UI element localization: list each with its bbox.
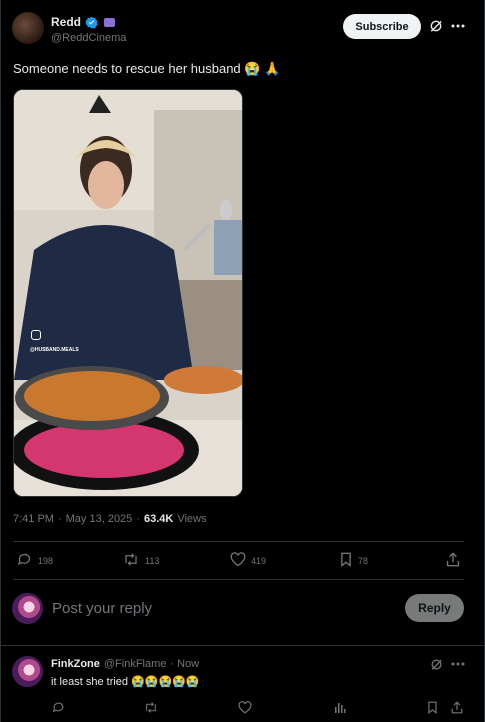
bookmark-action[interactable]: 78 xyxy=(340,552,368,567)
current-user-avatar[interactable] xyxy=(12,593,43,624)
tweet-text: Someone needs to rescue her husband 😭 🙏 xyxy=(13,61,281,76)
verified-badge-icon xyxy=(85,16,98,29)
like-count: 419 xyxy=(251,556,267,566)
affiliate-badge-icon xyxy=(104,17,115,27)
reply-author-handle[interactable]: @FinkFlame xyxy=(104,658,167,670)
bookmark-icon[interactable] xyxy=(426,700,438,714)
instagram-icon xyxy=(31,330,41,340)
reply-input[interactable]: Post your reply xyxy=(52,600,392,617)
author-name[interactable]: Redd xyxy=(51,15,81,29)
repost-count: 113 xyxy=(145,556,160,566)
reply-author-avatar[interactable] xyxy=(12,656,43,687)
heart-icon[interactable] xyxy=(237,700,252,714)
meta-separator: · xyxy=(57,513,62,525)
author-handle[interactable]: @ReddCinema xyxy=(51,32,126,44)
repost-action[interactable]: 113 xyxy=(122,552,159,567)
divider xyxy=(13,541,464,542)
tweet-time[interactable]: 7:41 PM xyxy=(13,513,54,525)
divider xyxy=(1,645,484,646)
grok-icon[interactable] xyxy=(428,18,444,34)
tweet-detail-page: Redd @ReddCinema Subscribe Someone needs… xyxy=(0,0,485,722)
heart-icon xyxy=(230,552,246,567)
grok-icon[interactable] xyxy=(428,656,444,672)
views-count: 63.4K xyxy=(143,513,174,525)
author-avatar[interactable] xyxy=(12,12,44,44)
reply-icon[interactable] xyxy=(51,700,65,714)
reply-count: 198 xyxy=(38,556,54,566)
views-label: Views xyxy=(177,513,207,525)
tweet-video[interactable]: @HUSBAND.MEALS xyxy=(13,89,243,497)
subscribe-button[interactable]: Subscribe xyxy=(343,14,421,39)
share-icon[interactable] xyxy=(445,551,461,567)
repost-icon xyxy=(122,552,140,567)
bookmark-icon xyxy=(340,552,352,567)
tweet-date[interactable]: May 13, 2025 xyxy=(66,513,133,525)
like-action[interactable]: 419 xyxy=(230,552,266,567)
analytics-icon[interactable] xyxy=(333,700,347,714)
reply-icon xyxy=(17,552,32,567)
divider xyxy=(13,579,464,580)
reply-time[interactable]: · Now xyxy=(170,658,199,670)
repost-icon[interactable] xyxy=(143,700,159,714)
share-icon[interactable] xyxy=(450,700,464,714)
reply-button[interactable]: Reply xyxy=(405,594,464,622)
reply-author-name[interactable]: FinkZone xyxy=(51,658,100,670)
reply-text: it least she tried 😭😭😭😭😭 xyxy=(51,676,200,688)
video-watermark: @HUSBAND.MEALS xyxy=(30,347,79,353)
bookmark-count: 78 xyxy=(358,556,369,566)
more-options-icon[interactable] xyxy=(449,656,467,672)
more-options-icon[interactable] xyxy=(449,18,467,34)
meta-separator: · xyxy=(136,513,140,525)
reply-action[interactable]: 198 xyxy=(17,552,53,567)
